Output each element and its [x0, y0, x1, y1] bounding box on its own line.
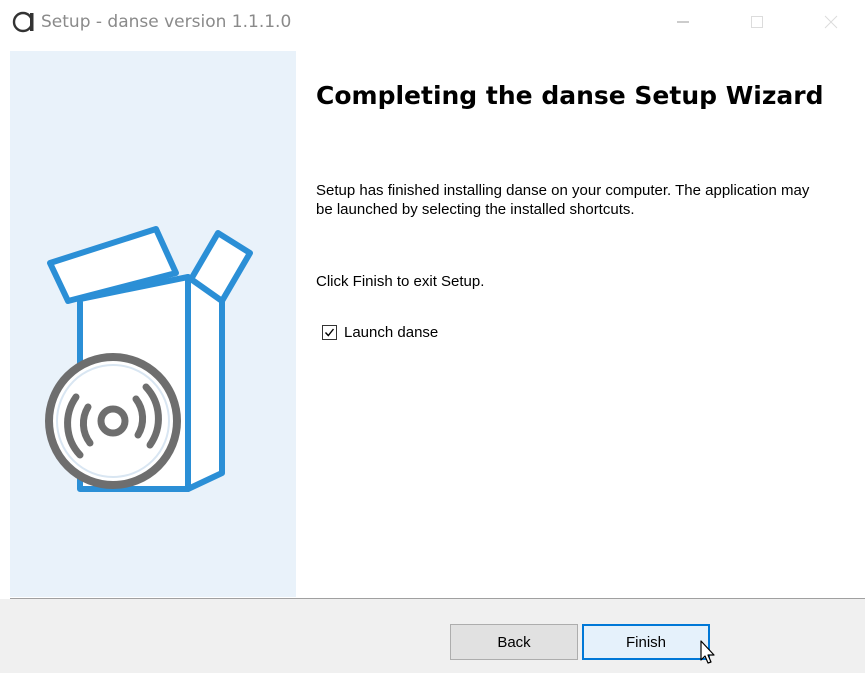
maximize-icon — [751, 16, 763, 28]
back-button[interactable]: Back — [450, 624, 578, 660]
page-title: Completing the danse Setup Wizard — [316, 81, 824, 110]
finish-button[interactable]: Finish — [582, 624, 710, 660]
minimize-button[interactable] — [660, 0, 706, 44]
window-title: Setup - danse version 1.1.1.0 — [41, 12, 292, 32]
minimize-icon — [677, 21, 689, 23]
title-bar[interactable]: Setup - danse version 1.1.1.0 — [0, 0, 865, 44]
launch-checkbox-label[interactable]: Launch danse — [344, 324, 438, 341]
finish-instruction: Click Finish to exit Setup. — [316, 273, 485, 290]
checkmark-icon — [324, 328, 335, 337]
close-icon — [824, 15, 838, 29]
close-button[interactable] — [808, 0, 854, 44]
setup-window: Setup - danse version 1.1.1.0 Completing… — [0, 0, 865, 673]
mouse-pointer-icon — [700, 640, 715, 664]
app-logo-icon — [12, 11, 34, 33]
install-box-disc-icon — [45, 226, 253, 492]
maximize-button[interactable] — [734, 0, 780, 44]
wizard-side-panel — [10, 51, 296, 597]
launch-checkbox[interactable] — [322, 324, 337, 340]
button-bar — [0, 599, 865, 673]
completion-description: Setup has finished installing danse on y… — [316, 182, 810, 218]
launch-option[interactable]: Launch danse — [322, 322, 438, 342]
